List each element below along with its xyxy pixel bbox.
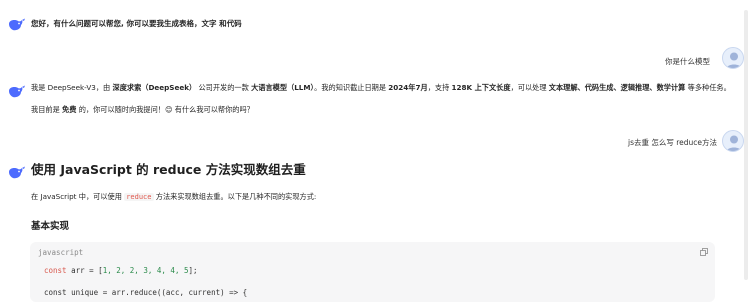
code-text: arr = [ xyxy=(66,266,103,275)
code-language-label: javascript xyxy=(38,248,84,257)
text-run: 方法来实现数组去重。以下是几种不同的实现方式: xyxy=(153,192,317,201)
text-run: 。我的知识截止日期是 xyxy=(314,83,389,92)
text-run: 公司开发的一款 xyxy=(196,83,252,92)
text-run-bold: 大语言模型（LLM） xyxy=(251,83,315,92)
section-title: 基本实现 xyxy=(31,221,70,232)
code-number: 1, 2, 2, 3, 4, 4, 5 xyxy=(102,266,189,275)
text-run: 在 JavaScript 中，可以使用 xyxy=(31,192,125,201)
bot-avatar xyxy=(6,162,28,184)
user-avatar-icon xyxy=(726,52,742,68)
user-avatar xyxy=(722,130,744,152)
user-avatar-icon xyxy=(726,135,742,151)
inline-code: reduce xyxy=(124,193,154,201)
text-run: 的，你可以随时向我提问！ xyxy=(76,105,165,114)
text-run-bold: 免费 xyxy=(62,105,77,114)
bot-answer-paragraph-1: 我是 DeepSeek-V3，由 深度求索（DeepSeek） 公司开发的一款 … xyxy=(31,82,731,94)
text-run-bold: 2024年7月 xyxy=(388,83,428,92)
copy-icon[interactable] xyxy=(700,248,708,256)
text-run: ，可以处理 xyxy=(510,83,549,92)
deepseek-whale-icon xyxy=(9,166,25,179)
greeting-text: 您好，有什么问题可以帮您, 你可以要我生成表格，文字 和代码 xyxy=(31,19,242,28)
code-line: const arr = [1, 2, 2, 3, 4, 4, 5]; xyxy=(44,266,198,276)
answer-intro: 在 JavaScript 中，可以使用 reduce 方法来实现数组去重。以下是… xyxy=(31,191,316,203)
code-block: javascript const arr = [1, 2, 2, 3, 4, 4… xyxy=(30,242,715,302)
text-run: 等多种任务。 xyxy=(685,83,731,92)
user-avatar xyxy=(722,47,744,69)
text-run: 我是 DeepSeek-V3，由 xyxy=(31,83,113,92)
text-run-bold: 128K 上下文长度 xyxy=(451,83,511,92)
code-keyword: const xyxy=(44,266,67,275)
scrollbar[interactable] xyxy=(744,10,748,280)
bot-answer-paragraph-2: 我目前是 免费 的，你可以随时向我提问！😊 有什么我可以帮你的吗？ xyxy=(31,104,254,116)
code-line: const unique = arr.reduce((acc, current)… xyxy=(44,288,248,297)
deepseek-whale-icon xyxy=(9,18,25,31)
bot-avatar xyxy=(6,14,28,36)
text-run: ，支持 xyxy=(427,83,452,92)
user-message: js去重 怎么写 reduce方法 xyxy=(628,138,718,147)
bot-avatar xyxy=(6,81,28,103)
text-run-bold: 文本理解、代码生成、逻辑推理、数学计算 xyxy=(548,83,686,92)
text-run-bold: 深度求索（DeepSeek） xyxy=(112,83,197,92)
text-run: 我目前是 xyxy=(31,105,63,114)
code-text: ]; xyxy=(188,266,198,275)
deepseek-whale-icon xyxy=(9,85,25,98)
user-message: 你是什么模型 xyxy=(665,57,710,66)
text-run: 有什么我可以帮你的吗？ xyxy=(172,105,254,114)
answer-title: 使用 JavaScript 的 reduce 方法实现数组去重 xyxy=(31,162,306,177)
